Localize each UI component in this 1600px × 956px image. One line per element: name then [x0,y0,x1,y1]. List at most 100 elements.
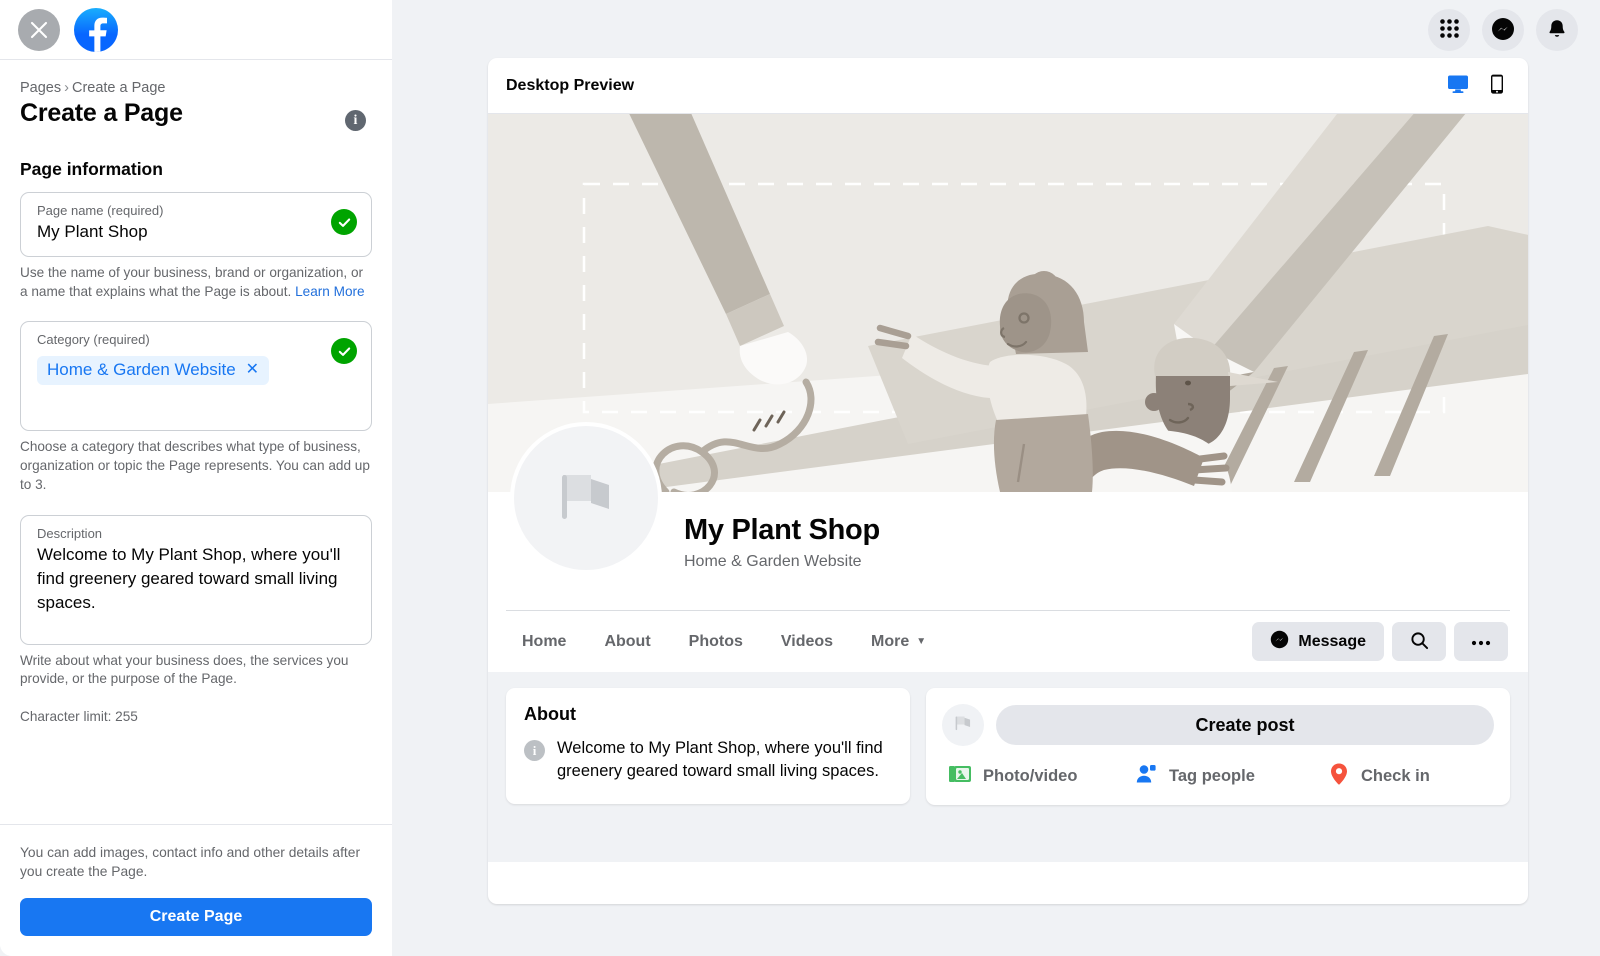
nav-tab-videos[interactable]: Videos [767,625,847,659]
nav-tab-about-label: About [604,633,650,651]
category-chip-remove-icon[interactable]: ✕ [246,362,259,378]
nav-tab-photos-label: Photos [689,633,743,651]
page-body: About i Welcome to My Plant Shop, where … [488,672,1528,862]
notifications-button[interactable] [1536,9,1578,51]
page-nav-tabs: Home About Photos Videos More ▼ [508,625,940,659]
location-pin-icon [1328,762,1350,791]
create-post-actions: Photo/video Tag people [942,762,1494,791]
form-scroll-area: Pages›Create a Page Create a Page i Page… [0,60,392,824]
info-icon[interactable]: i [345,110,366,131]
search-icon [1410,631,1429,653]
create-post-card: Create post Photo/ [926,688,1510,805]
post-action-tag-people[interactable]: Tag people [1108,762,1294,791]
spacer [20,301,372,321]
preview-page-name: My Plant Shop [684,514,1528,547]
close-button[interactable] [18,9,60,51]
preview-area: Desktop Preview [392,0,1600,956]
post-action-tag-people-label: Tag people [1169,767,1255,786]
breadcrumb-parent[interactable]: Pages [20,80,61,96]
desktop-preview-toggle[interactable] [1446,72,1470,99]
messenger-button[interactable] [1482,9,1524,51]
spacer [20,495,372,515]
desktop-preview-card: Desktop Preview [488,58,1528,904]
left-panel-footer: You can add images, contact info and oth… [0,824,392,956]
create-post-avatar[interactable] [942,704,984,746]
post-action-check-in[interactable]: Check in [1294,762,1488,791]
about-card-title: About [524,704,892,725]
nav-tab-more[interactable]: More ▼ [857,625,940,659]
nav-tab-videos-label: Videos [781,633,833,651]
description-input[interactable]: Welcome to My Plant Shop, where you'll f… [37,543,357,615]
post-action-photo-video[interactable]: Photo/video [948,762,1108,791]
breadcrumb-current: Create a Page [72,80,166,96]
category-chip[interactable]: Home & Garden Website ✕ [37,356,269,385]
mobile-icon [1486,73,1508,98]
page-more-options-button[interactable] [1454,622,1508,661]
page-name-label: Page name (required) [37,202,357,220]
page-name-learn-more-link[interactable]: Learn More [295,284,365,299]
page-nav-row: Home About Photos Videos More ▼ [506,610,1510,672]
facebook-logo-icon[interactable] [74,8,118,52]
title-row: Create a Page i [20,98,372,131]
page-nav-actions: Message [1252,622,1508,661]
chevron-down-icon: ▼ [916,636,926,647]
about-card-body: i Welcome to My Plant Shop, where you'll… [524,737,892,784]
post-action-check-in-label: Check in [1361,767,1430,786]
tag-people-icon [1134,762,1158,791]
preview-page-category: Home & Garden Website [684,553,1528,571]
post-action-photo-video-label: Photo/video [983,767,1077,786]
preview-header-title: Desktop Preview [506,77,634,95]
description-char-limit: Character limit: 255 [20,709,372,724]
flag-placeholder-icon [951,711,975,740]
nav-tab-home[interactable]: Home [508,625,580,659]
description-helper: Write about what your business does, the… [20,652,372,690]
section-title-page-information: Page information [20,159,372,180]
category-chip-label: Home & Garden Website [47,360,236,380]
page-search-button[interactable] [1392,622,1446,661]
mobile-preview-toggle[interactable] [1486,73,1508,98]
ellipsis-icon [1471,634,1491,649]
breadcrumb: Pages›Create a Page [20,80,372,96]
photo-video-icon [948,762,972,791]
page-name-input[interactable]: My Plant Shop [37,220,357,245]
messenger-icon [1491,17,1515,44]
breadcrumb-separator: › [64,80,69,96]
messenger-icon [1270,630,1289,654]
global-topbar-actions [392,0,1600,60]
left-panel-topbar [0,0,392,60]
info-icon: i [524,740,545,761]
message-button[interactable]: Message [1252,622,1384,661]
description-field[interactable]: Description Welcome to My Plant Shop, wh… [20,515,372,645]
flag-placeholder-icon [547,457,625,540]
category-helper: Choose a category that describes what ty… [20,438,372,494]
desktop-icon [1446,72,1470,99]
about-card-text: Welcome to My Plant Shop, where you'll f… [557,737,892,784]
page-name-helper: Use the name of your business, brand or … [20,264,372,302]
create-page-button[interactable]: Create Page [20,898,372,936]
grid-menu-icon [1439,18,1460,42]
cover-illustration [488,114,1528,492]
nav-tab-home-label: Home [522,633,566,651]
category-field[interactable]: Category (required) Home & Garden Websit… [20,321,372,431]
apps-menu-button[interactable] [1428,9,1470,51]
page-name-valid-check-icon [331,209,357,235]
preview-header: Desktop Preview [488,58,1528,114]
create-post-input[interactable]: Create post [996,705,1494,745]
cover-photo-placeholder[interactable] [488,114,1528,492]
about-card: About i Welcome to My Plant Shop, where … [506,688,910,804]
nav-tab-photos[interactable]: Photos [675,625,757,659]
nav-tab-about[interactable]: About [590,625,664,659]
footer-note: You can add images, contact info and oth… [20,843,372,882]
page-name-field[interactable]: Page name (required) My Plant Shop [20,192,372,257]
message-button-label: Message [1298,633,1366,651]
nav-tab-more-label: More [871,633,909,651]
description-label: Description [37,525,357,543]
create-page-form-panel: Pages›Create a Page Create a Page i Page… [0,0,392,956]
page-profile-row: My Plant Shop Home & Garden Website [488,492,1528,610]
bell-icon [1546,18,1568,43]
page-title: Create a Page [20,98,183,129]
page-avatar[interactable] [510,422,662,574]
create-post-top-row: Create post [942,704,1494,746]
device-toggle-group [1446,72,1508,99]
category-label: Category (required) [37,331,357,349]
